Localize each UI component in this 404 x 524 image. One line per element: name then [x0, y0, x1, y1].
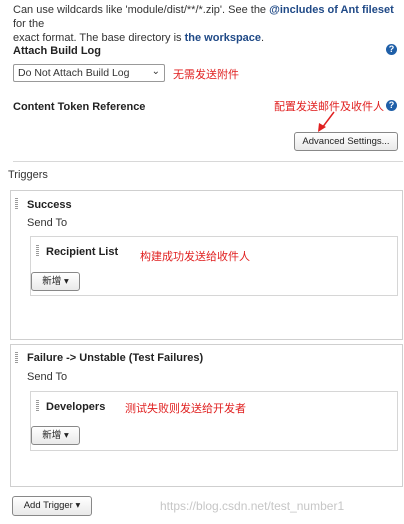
drag-handle-icon[interactable] [36, 245, 39, 257]
trigger-title: Failure -> Unstable (Test Failures) [27, 352, 204, 364]
help-icon[interactable]: ? [386, 100, 397, 111]
annotation-success-recipients: 构建成功发送给收件人 [140, 251, 250, 263]
watermark: https://blog.csdn.net/test_number1 [160, 499, 345, 513]
chevron-down-icon: ⌄ [151, 66, 160, 77]
drag-handle-icon[interactable] [15, 352, 18, 364]
ant-fileset-link[interactable]: @includes of Ant fileset [269, 4, 394, 16]
triggers-label: Triggers [8, 169, 48, 181]
caret-down-icon: ▾ [63, 276, 69, 287]
workspace-link[interactable]: the workspace [185, 32, 261, 44]
content-token-label: Content Token Reference [13, 101, 146, 113]
send-to-label: Send To [27, 217, 68, 229]
attach-build-log-select[interactable]: Do Not Attach Build Log ⌄ [13, 64, 165, 82]
annotation-failure-developers: 测试失败则发送给开发者 [125, 403, 246, 415]
add-trigger-button[interactable]: Add Trigger ▾ [12, 496, 92, 516]
annotation-arrow-icon [318, 111, 335, 132]
advanced-settings-button[interactable]: Advanced Settings... [294, 132, 398, 151]
attach-build-log-label: Attach Build Log [13, 45, 101, 57]
caret-down-icon: ▾ [63, 430, 69, 441]
developers-title: Developers [46, 401, 106, 413]
add-button[interactable]: 新增 ▾ [31, 272, 80, 291]
help-text: Can use wildcards like 'module/dist/**/*… [13, 4, 394, 44]
send-to-label: Send To [27, 371, 68, 383]
caret-down-icon: ▾ [75, 500, 81, 511]
drag-handle-icon[interactable] [36, 400, 39, 412]
annotation-no-attachment: 无需发送附件 [173, 69, 239, 81]
recipient-list-title: Recipient List [46, 246, 119, 258]
add-button[interactable]: 新增 ▾ [31, 426, 80, 445]
trigger-title: Success [27, 199, 72, 211]
help-icon[interactable]: ? [386, 44, 397, 55]
drag-handle-icon[interactable] [15, 198, 18, 210]
recipient-subpanel [30, 236, 398, 296]
divider [13, 161, 403, 162]
